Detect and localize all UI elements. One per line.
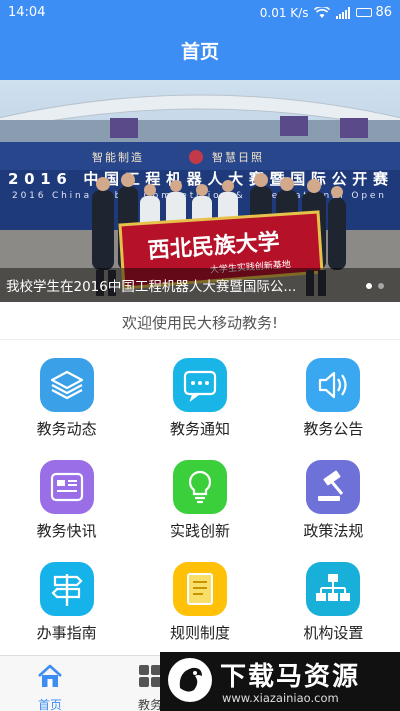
news-banner-carousel[interactable]: 智能制造 智慧日照 2016 中国工程机器人大赛暨国际公开赛 2016 Chin…	[0, 80, 400, 302]
menu-tile-label: 教务快讯	[36, 522, 97, 540]
menu-tile-icon-bg	[39, 460, 94, 514]
tab-home[interactable]: 首页	[0, 656, 100, 711]
lightbulb-icon	[188, 470, 212, 504]
menu-tile-signpost[interactable]: 办事指南	[0, 550, 133, 652]
speaker-icon	[319, 371, 347, 399]
carousel-dot[interactable]	[378, 283, 384, 289]
menu-tile-label: 教务通知	[169, 420, 230, 438]
org-chart-icon	[316, 574, 351, 601]
gavel-icon	[318, 470, 344, 501]
signpost-icon	[51, 574, 83, 606]
app-header: 首页	[0, 26, 400, 80]
photo-sign-left: 智能制造	[92, 150, 144, 164]
menu-tile-icon-bg	[172, 358, 227, 412]
menu-tile-news[interactable]: 教务快讯	[0, 448, 133, 550]
carousel-indicators	[366, 283, 384, 289]
menu-tile-speaker[interactable]: 教务公告	[267, 346, 400, 448]
document-icon	[186, 573, 213, 605]
function-grid: 教务动态 教务通知 教务公告教务快讯 实践创新 政策法规办事指南 规则制度 机构设置	[0, 346, 400, 652]
site-watermark: 下载马资源 www.xiazainiao.com	[160, 652, 400, 711]
menu-tile-label: 办事指南	[36, 624, 97, 642]
signal-icon	[336, 6, 351, 19]
menu-tile-label: 实践创新	[169, 522, 230, 540]
menu-tile-label: 教务公告	[303, 420, 364, 438]
menu-tile-layers[interactable]: 教务动态	[0, 346, 133, 448]
menu-tile-org-chart[interactable]: 机构设置	[267, 550, 400, 652]
news-icon	[50, 472, 83, 502]
menu-tile-chat[interactable]: 教务通知	[133, 346, 266, 448]
menu-tile-label: 教务动态	[36, 420, 97, 438]
home-icon	[38, 664, 62, 687]
menu-tile-lightbulb[interactable]: 实践创新	[133, 448, 266, 550]
watermark-title: 下载马资源	[220, 662, 361, 692]
tab-home-label: 首页	[37, 698, 62, 711]
menu-tile-icon-bg	[306, 562, 361, 616]
menu-tile-document[interactable]: 规则制度	[133, 550, 266, 652]
status-indicators: 0.01 K/s 86	[260, 5, 392, 20]
wifi-icon	[314, 6, 331, 18]
banner-caption[interactable]: 我校学生在2016中国工程机器人大赛暨国际公...	[6, 275, 351, 295]
menu-tile-label: 机构设置	[303, 624, 364, 642]
menu-tile-icon-bg	[172, 460, 227, 514]
page-title: 首页	[180, 41, 219, 63]
status-bar: 14:04 0.01 K/s 86	[0, 0, 400, 26]
menu-tile-gavel[interactable]: 政策法规	[267, 448, 400, 550]
battery-percent: 86	[375, 5, 392, 20]
menu-tile-icon-bg	[306, 358, 361, 412]
menu-tile-icon-bg	[39, 562, 94, 616]
network-speed: 0.01 K/s	[259, 5, 309, 20]
carousel-dot[interactable]	[366, 283, 372, 289]
status-time: 14:04	[8, 5, 46, 20]
chat-icon	[183, 370, 217, 403]
menu-tile-icon-bg	[39, 358, 94, 412]
photo-sign-right: 智慧日照	[212, 150, 264, 164]
welcome-text: 欢迎使用民大移动教务!	[0, 302, 400, 340]
menu-tile-icon-bg	[172, 562, 227, 616]
battery-icon	[356, 8, 373, 17]
battery-indicator: 86	[356, 5, 392, 20]
menu-tile-label: 政策法规	[303, 522, 364, 540]
layers-icon	[50, 370, 83, 400]
watermark-url: www.xiazainiao.com	[222, 691, 339, 705]
menu-tile-icon-bg	[306, 460, 361, 514]
bird-logo-icon	[168, 658, 212, 702]
menu-tile-label: 规则制度	[169, 624, 230, 642]
